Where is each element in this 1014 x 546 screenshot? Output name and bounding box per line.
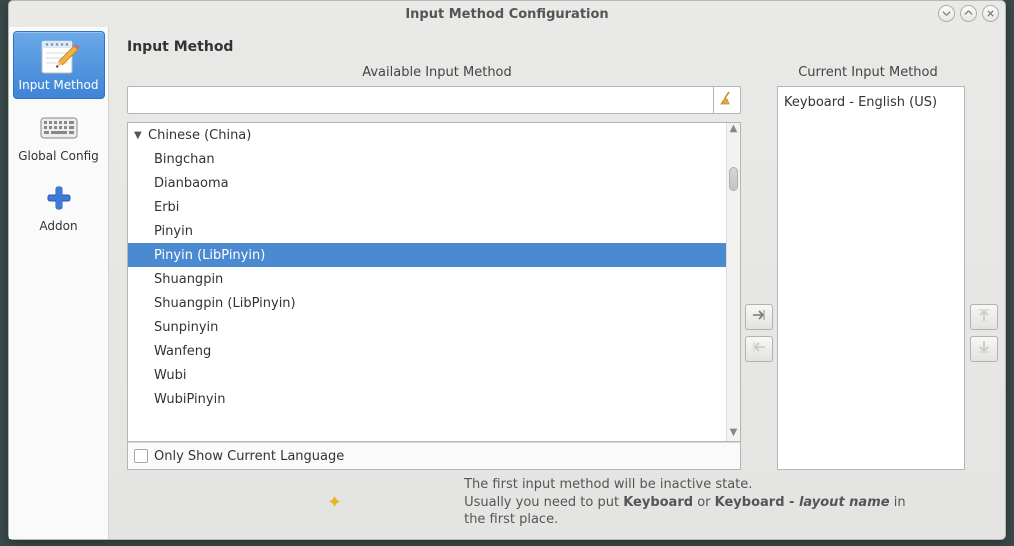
tree-group[interactable]: ▼ Chinese (China) xyxy=(128,123,726,147)
tree-item-label: Erbi xyxy=(154,200,179,215)
footer: ✦ The first input method will be inactiv… xyxy=(109,470,1005,539)
tree-item[interactable]: Shuangpin (LibPinyin) xyxy=(128,291,726,315)
tree-item[interactable]: Erbi xyxy=(128,195,726,219)
scroll-down-icon[interactable]: ▼ xyxy=(727,427,740,441)
tree-item[interactable]: Bingchan xyxy=(128,147,726,171)
sidebar-item-addon[interactable]: Addon xyxy=(13,173,105,239)
tree-body[interactable]: ▼ Chinese (China) Bingchan Dianbaoma Erb… xyxy=(128,123,726,441)
tree-item[interactable]: Wubi xyxy=(128,363,726,387)
tree-item-label: Pinyin xyxy=(154,224,193,239)
remove-from-current-button[interactable] xyxy=(745,336,773,362)
current-header: Current Input Method xyxy=(783,65,953,80)
window-body: Input Method Global Config xyxy=(9,27,1005,539)
search-row xyxy=(127,86,741,114)
page-title: Input Method xyxy=(109,27,1005,65)
hint-layout-name: layout name xyxy=(799,495,890,510)
arrow-up-icon xyxy=(977,307,991,327)
tree-item-label: Dianbaoma xyxy=(154,176,229,191)
tree-item-label: Wubi xyxy=(154,368,187,383)
keyboard-icon xyxy=(37,109,81,147)
plus-icon xyxy=(37,179,81,217)
move-up-button[interactable] xyxy=(970,304,998,330)
sidebar-item-input-method[interactable]: Input Method xyxy=(13,31,105,99)
current-list[interactable]: Keyboard - English (US) xyxy=(777,86,965,470)
caret-down-icon: ▼ xyxy=(134,130,146,141)
sidebar-item-label: Addon xyxy=(15,219,103,233)
available-tree: ▼ Chinese (China) Bingchan Dianbaoma Erb… xyxy=(127,122,741,442)
minimize-button[interactable] xyxy=(938,5,955,22)
sidebar-item-global-config[interactable]: Global Config xyxy=(13,103,105,169)
tree-group-label: Chinese (China) xyxy=(148,128,251,143)
arrow-left-icon xyxy=(751,340,767,358)
reorder-buttons xyxy=(967,86,1001,470)
search-input[interactable] xyxy=(127,86,713,114)
only-current-checkbox[interactable] xyxy=(134,449,148,463)
sparkle-icon: ✦ xyxy=(327,492,342,513)
tree-item-label: Bingchan xyxy=(154,152,215,167)
hint-fragment: or xyxy=(693,495,715,510)
tree-item-label: Wanfeng xyxy=(154,344,211,359)
only-current-row: Only Show Current Language xyxy=(127,442,741,470)
hint-keyboard-dash: Keyboard - xyxy=(715,495,799,510)
broom-icon xyxy=(719,90,735,110)
transfer-buttons xyxy=(741,86,777,470)
column-headers: Available Input Method Current Input Met… xyxy=(109,65,1005,86)
tree-item-label: Sunpinyin xyxy=(154,320,218,335)
only-current-label: Only Show Current Language xyxy=(154,449,344,464)
tree-item[interactable]: Wanfeng xyxy=(128,339,726,363)
tree-item-label: Shuangpin (LibPinyin) xyxy=(154,296,296,311)
tree-item[interactable]: Shuangpin xyxy=(128,267,726,291)
tree-item[interactable]: Dianbaoma xyxy=(128,171,726,195)
sidebar-item-label: Input Method xyxy=(16,78,102,92)
panels: ▼ Chinese (China) Bingchan Dianbaoma Erb… xyxy=(109,86,1005,470)
titlebar: Input Method Configuration xyxy=(9,1,1005,27)
current-panel: Keyboard - English (US) xyxy=(777,86,967,470)
tree-item[interactable]: Pinyin xyxy=(128,219,726,243)
hint-fragment: Usually you need to put xyxy=(464,495,623,510)
close-button[interactable] xyxy=(982,5,999,22)
tree-item[interactable]: WubiPinyin xyxy=(128,387,726,411)
scroll-thumb[interactable] xyxy=(729,167,738,191)
clear-search-button[interactable] xyxy=(713,86,741,114)
window: Input Method Configuration xyxy=(8,0,1006,540)
maximize-button[interactable] xyxy=(960,5,977,22)
main-panel: Input Method Available Input Method Curr… xyxy=(109,27,1005,539)
notepad-pencil-icon xyxy=(37,38,81,76)
window-buttons xyxy=(938,5,999,22)
tree-item-label: Shuangpin xyxy=(154,272,223,287)
add-to-current-button[interactable] xyxy=(745,304,773,330)
tree-item-label: Pinyin (LibPinyin) xyxy=(154,248,265,263)
available-panel: ▼ Chinese (China) Bingchan Dianbaoma Erb… xyxy=(127,86,741,470)
available-header: Available Input Method xyxy=(127,65,747,80)
sidebar-item-label: Global Config xyxy=(15,149,103,163)
move-down-button[interactable] xyxy=(970,336,998,362)
arrow-right-icon xyxy=(751,308,767,326)
scrollbar[interactable]: ▲ ▼ xyxy=(726,123,740,441)
tree-item[interactable]: Sunpinyin xyxy=(128,315,726,339)
arrow-down-icon xyxy=(977,339,991,359)
tree-item-selected[interactable]: Pinyin (LibPinyin) xyxy=(128,243,726,267)
tree-item-label: WubiPinyin xyxy=(154,392,225,407)
current-item[interactable]: Keyboard - English (US) xyxy=(784,91,958,113)
window-title: Input Method Configuration xyxy=(9,7,1005,22)
sidebar: Input Method Global Config xyxy=(9,27,109,539)
hint-keyboard: Keyboard xyxy=(623,495,693,510)
hint-text: The first input method will be inactive … xyxy=(464,476,924,529)
scroll-up-icon[interactable]: ▲ xyxy=(727,123,740,137)
hint-line1: The first input method will be inactive … xyxy=(464,477,752,492)
